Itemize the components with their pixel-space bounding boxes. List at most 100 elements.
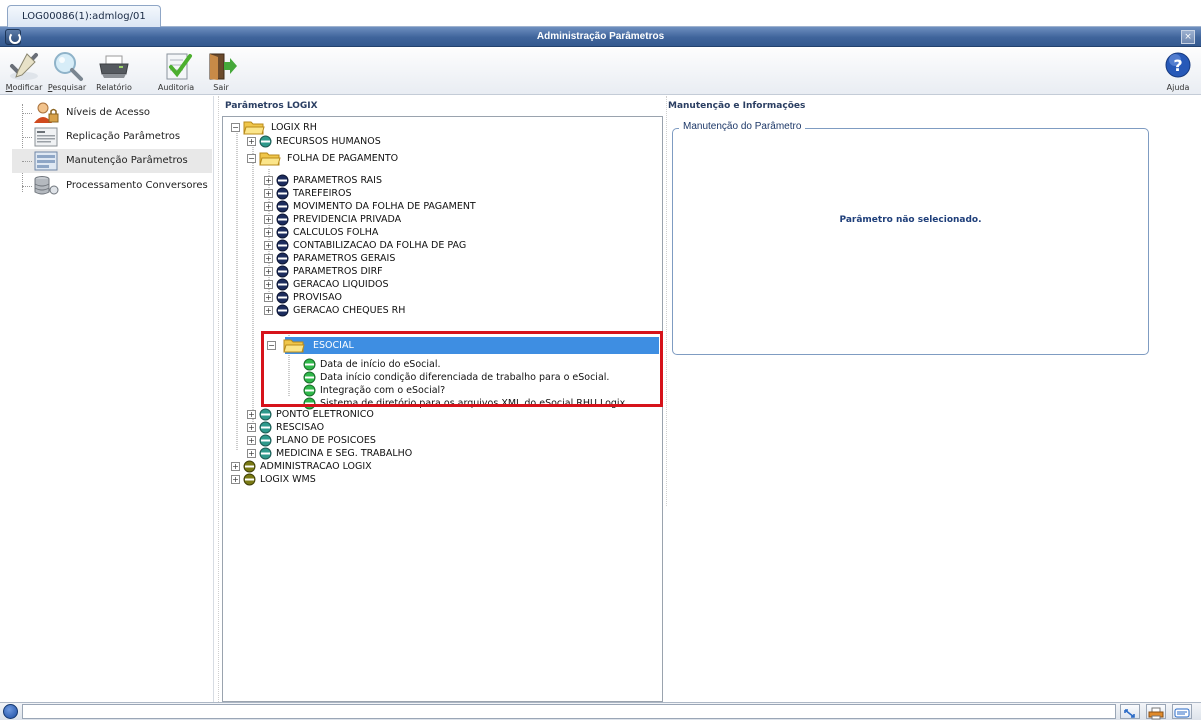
folder-open-icon (259, 152, 281, 166)
tree-node-label: MEDICINA E SEG. TRABALHO (276, 448, 413, 459)
right-splitter[interactable] (666, 96, 667, 506)
sidebar-item-label: Processamento Conversores (66, 180, 208, 191)
help-label: Ajuda (1166, 83, 1190, 92)
navy-node-icon (276, 239, 289, 252)
sidebar-item-replicacao-parametros[interactable]: Replicação Parâmetros (12, 125, 212, 149)
tree-node-label: GERACAO LIQUIDOS (293, 279, 389, 290)
pencil-check-icon (10, 53, 38, 80)
resize-button[interactable] (1120, 704, 1140, 719)
parameter-groupbox: Manutenção do Parâmetro Parâmetro não se… (672, 121, 1149, 355)
help-button[interactable]: ? Ajuda (1161, 50, 1195, 94)
info-panel-title: Manutenção e Informações (668, 101, 806, 111)
expand-toggle[interactable]: + (264, 280, 273, 289)
teal-node-icon (259, 447, 272, 460)
expand-toggle[interactable]: + (264, 254, 273, 263)
door-exit-icon (209, 53, 237, 80)
empty-state-message: Parâmetro não selecionado. (839, 215, 982, 225)
print-status-button[interactable] (1146, 704, 1166, 720)
expand-toggle[interactable]: + (231, 462, 240, 471)
printer-icon (99, 55, 129, 78)
expand-toggle[interactable]: + (264, 241, 273, 250)
teal-node-icon (259, 135, 272, 148)
expand-toggle[interactable]: + (264, 228, 273, 237)
navy-node-icon (276, 200, 289, 213)
expand-toggle[interactable]: + (247, 137, 256, 146)
sidebar-item-niveis-acesso[interactable]: Níveis de Acesso (12, 101, 212, 125)
navy-node-icon (276, 265, 289, 278)
tree-node-label: PREVIDENCIA PRIVADA (293, 214, 402, 225)
tree-node-label: GERACAO CHEQUES RH (293, 305, 406, 316)
modify-label: odificar (12, 83, 43, 92)
sidebar-item-label: Replicação Parâmetros (66, 131, 181, 142)
groupbox-label: Manutenção do Parâmetro (679, 121, 806, 132)
document-list-icon (34, 127, 58, 147)
database-icon (34, 176, 59, 195)
folder-open-icon (243, 121, 265, 135)
messages-button[interactable] (1172, 704, 1192, 719)
form-icon (34, 151, 58, 171)
expand-toggle[interactable]: + (264, 267, 273, 276)
navy-node-icon (276, 304, 289, 317)
modify-button[interactable]: Modificar (4, 50, 44, 94)
expand-toggle[interactable]: + (247, 436, 256, 445)
globe-icon[interactable] (3, 704, 18, 719)
audit-button[interactable]: Auditoria (154, 50, 198, 94)
expand-toggle[interactable]: + (247, 449, 256, 458)
sidebar-item-manutencao-parametros[interactable]: Manutenção Parâmetros (12, 149, 212, 173)
info-panel: Manutenção e Informações Manutenção do P… (668, 96, 1201, 702)
tree-node-label: ADMINISTRACAO LOGIX (260, 461, 372, 472)
tab-session[interactable]: LOG00086(1):admlog/01 (7, 5, 161, 27)
expand-toggle[interactable]: + (264, 306, 273, 315)
close-button[interactable]: × (1181, 30, 1195, 44)
expand-toggle[interactable]: + (264, 215, 273, 224)
params-tree[interactable]: − LOGIX RH + RECURSOS HUMANOS − FOLHA DE… (222, 116, 663, 702)
exit-button[interactable]: Sair (204, 50, 238, 94)
tree-node-label: LOGIX WMS (260, 474, 316, 485)
tree-node-label: LOGIX RH (271, 122, 317, 133)
tree-node-label: FOLHA DE PAGAMENTO (287, 153, 399, 164)
tree-node-label: TAREFEIROS (293, 188, 352, 199)
tree-node-label: PLANO DE POSICOES (276, 435, 376, 446)
exit-label: Sair (213, 83, 229, 92)
teal-node-icon (259, 421, 272, 434)
params-panel-title: Parâmetros LOGIX (225, 101, 318, 111)
tree-node-label: PARAMETROS DIRF (293, 266, 383, 277)
search-button[interactable]: Pesquisar (45, 50, 89, 94)
message-icon (1174, 708, 1190, 718)
expand-toggle[interactable]: + (264, 176, 273, 185)
toolbar: Modificar Pesquisar Relatório Auditoria … (0, 48, 1201, 95)
left-splitter[interactable] (218, 96, 219, 702)
tree-node-label: CONTABILIZACAO DA FOLHA DE PAG (293, 240, 467, 251)
tree-node-label: MOVIMENTO DA FOLHA DE PAGAMENT (293, 201, 476, 212)
status-bar (0, 702, 1201, 720)
collapse-toggle[interactable]: − (231, 123, 240, 132)
olive-node-icon (243, 473, 256, 486)
navy-node-icon (276, 291, 289, 304)
modify-accel: M (5, 83, 13, 92)
navy-node-icon (276, 213, 289, 226)
collapse-toggle[interactable]: − (247, 154, 256, 163)
expand-toggle[interactable]: + (264, 189, 273, 198)
window-title: Administração Parâmetros (536, 31, 665, 42)
navy-node-icon (276, 187, 289, 200)
annotation-highlight-box (261, 331, 663, 407)
navy-node-icon (276, 278, 289, 291)
app-window: LOG00086(1):admlog/01 Administração Parâ… (0, 0, 1201, 720)
report-label: Relatório (96, 83, 132, 92)
expand-toggle[interactable]: + (264, 202, 273, 211)
status-message-field (22, 704, 1116, 719)
navy-node-icon (276, 226, 289, 239)
expand-toggle[interactable]: + (264, 293, 273, 302)
sidebar-item-processamento-conversores[interactable]: Processamento Conversores (12, 174, 212, 198)
report-button[interactable]: Relatório (92, 50, 136, 94)
expand-toggle[interactable]: + (231, 475, 240, 484)
audit-label: Auditoria (157, 83, 195, 92)
sidebar-item-label: Níveis de Acesso (66, 107, 151, 118)
expand-toggle[interactable]: + (247, 423, 256, 432)
expand-toggle[interactable]: + (247, 410, 256, 419)
sidebar-item-label: Manutenção Parâmetros (66, 155, 188, 166)
magnifier-icon (54, 52, 83, 81)
title-bar: Administração Parâmetros × (0, 27, 1201, 47)
tree-node-label: PARAMETROS GERAIS (293, 253, 396, 264)
printer-icon (1148, 707, 1164, 720)
